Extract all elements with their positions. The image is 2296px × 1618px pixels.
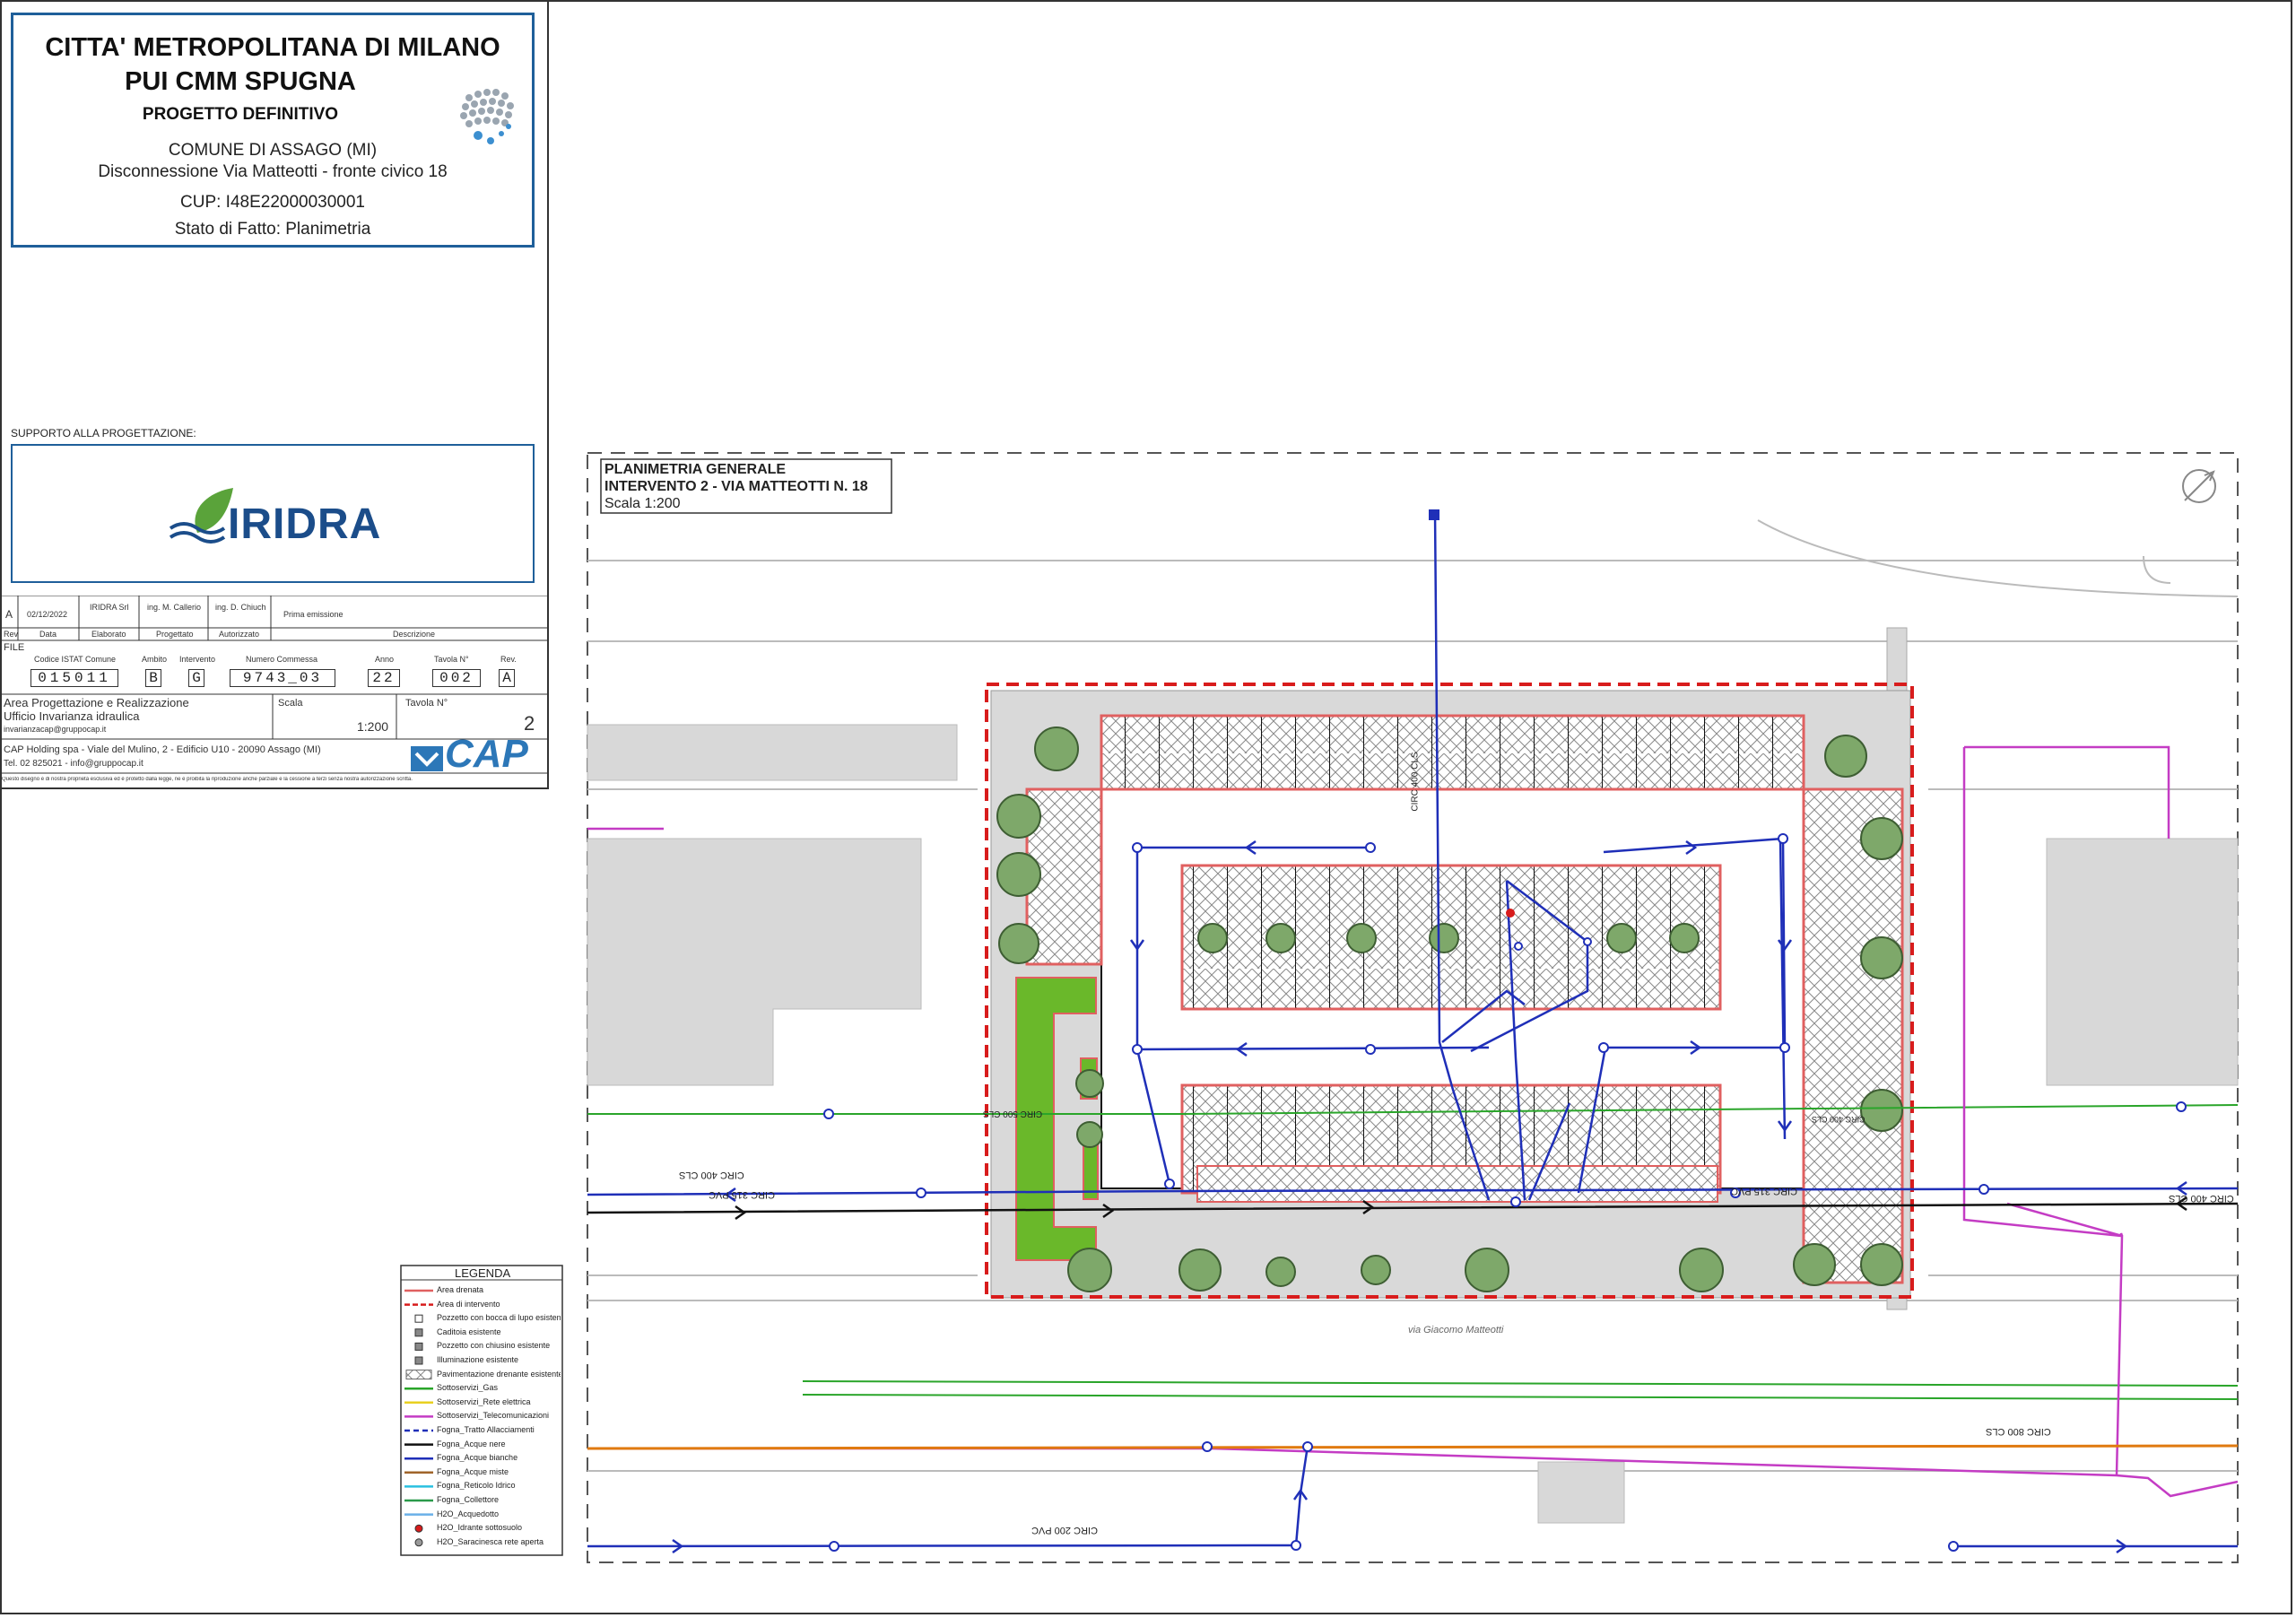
pipe-label-circ400-right: CIRC 400 CLS <box>2169 1193 2234 1204</box>
legend-swatch-grey-dot <box>414 1538 423 1547</box>
pipe-label-circ315-right: CIRC 315 PVC <box>1731 1186 1797 1196</box>
pipe-label-circ315-left: CIRC 315 PVC <box>709 1189 775 1200</box>
legend-item-label: Sottoservizi_Rete elettrica <box>437 1396 531 1406</box>
pipe-label-circ800: CIRC 800 CLS <box>1986 1426 2051 1437</box>
stalls-right <box>1802 787 1904 1284</box>
building-right <box>2046 838 2239 1086</box>
legend-swatch-symbol <box>414 1314 423 1323</box>
building-bottom <box>1537 1461 1625 1524</box>
hydrant-marker <box>1506 909 1515 918</box>
outlet-marker <box>1429 509 1439 520</box>
legend-title: LEGENDA <box>455 1266 511 1280</box>
pipe-label-circ400-vertical: CIRC 400 CLS <box>1410 752 1421 812</box>
legend-item-label: Fogna_Reticolo Idrico <box>437 1481 516 1491</box>
legend-swatch-hatch <box>405 1370 432 1380</box>
legend-swatch-lamp <box>414 1356 423 1365</box>
legend-item-label: Fogna_Tratto Allacciamenti <box>437 1425 535 1434</box>
pipe-label-circ500: CIRC 500 CLS <box>983 1109 1043 1118</box>
bottom-strip <box>1196 1165 1718 1203</box>
legend-item-label: Fogna_Acque bianche <box>437 1453 518 1463</box>
legend-item-label: H2O_Acquedotto <box>437 1509 500 1518</box>
street-name: via Giacomo Matteotti <box>1408 1325 1504 1335</box>
legend-item-label: H2O_Idrante sottosuolo <box>437 1523 523 1533</box>
plan-title-line1: PLANIMETRIA GENERALE <box>604 462 787 477</box>
aqueduct-line <box>587 1444 2239 1450</box>
plan-title-line2: INTERVENTO 2 - VIA MATTEOTTI N. 18 <box>604 479 868 494</box>
legend-swatch-square <box>414 1328 423 1337</box>
legend-swatch-red-dot <box>414 1524 423 1533</box>
legend-item-label: Caditoia esistente <box>437 1327 501 1336</box>
building-left-top <box>587 724 958 781</box>
legend-item-label: Area di intervento <box>437 1299 500 1309</box>
stalls-top <box>1100 714 1805 791</box>
legend-item-label: Fogna_Acque miste <box>437 1466 509 1476</box>
legend-swatch-square-small <box>414 1342 423 1351</box>
legend-item-label: Pozzetto con bocca di lupo esistente <box>437 1313 561 1323</box>
pipe-label-circ200: CIRC 200 PVC <box>1031 1525 1098 1535</box>
building-left <box>587 838 922 1086</box>
site-plan <box>400 452 2239 1563</box>
legend-item-label: Area drenata <box>437 1285 484 1294</box>
legend-item-label: Fogna_Collettore <box>437 1495 500 1504</box>
plan-scale: Scala 1:200 <box>604 496 681 511</box>
legend-item-label: Fogna_Acque nere <box>437 1439 506 1448</box>
pipe-label-circ400-left: CIRC 400 CLS <box>679 1170 744 1180</box>
legend-item-label: H2O_Saracinesca rete aperta <box>437 1536 544 1546</box>
pipe-label-circ-small: CIRC 400 CLS <box>1812 1115 1866 1124</box>
green-strip-small2 <box>1083 1140 1099 1200</box>
legend-item-label: Illuminazione esistente <box>437 1355 519 1364</box>
legend-item-label: Sottoservizi_Gas <box>437 1383 499 1393</box>
north-arrow-icon <box>2182 469 2216 503</box>
legend-item-label: Pavimentazione drenante esistente <box>437 1369 561 1379</box>
legend-item-label: Sottoservizi_Telecomunicazioni <box>437 1411 550 1421</box>
legend-item-label: Pozzetto con chiusino esistente <box>437 1341 551 1351</box>
